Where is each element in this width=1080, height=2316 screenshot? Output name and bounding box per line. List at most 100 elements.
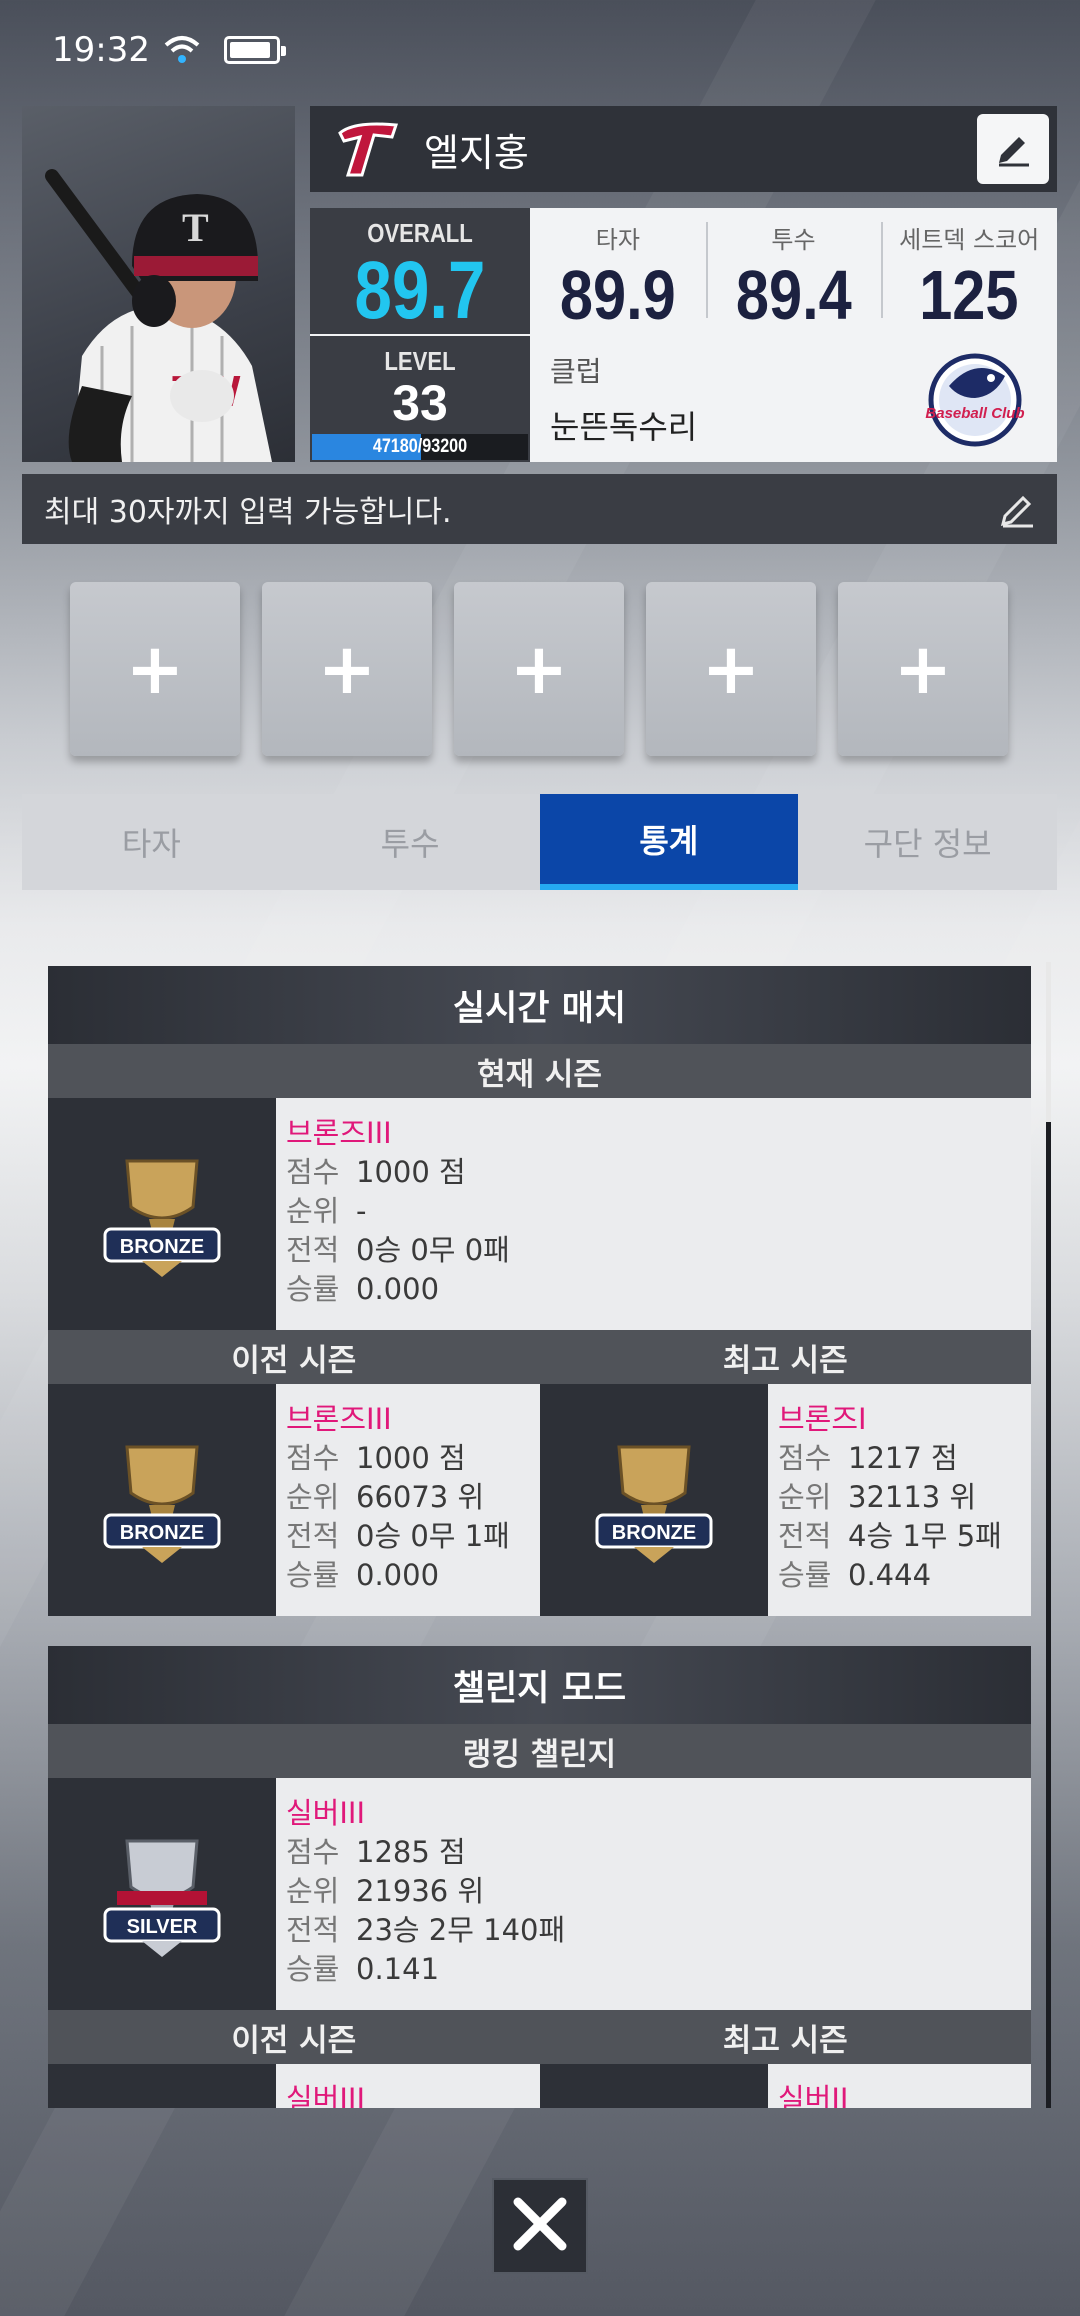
current-season-info: 브론즈III 점수 1000 점 순위 - 전적 0승 0무 0패 승률 0.000: [276, 1098, 1031, 1330]
stat-label: 투수: [771, 226, 816, 254]
bio-input-bar[interactable]: 최대 30자까지 입력 가능합니다.: [22, 474, 1057, 544]
add-slot-button[interactable]: +: [454, 582, 624, 756]
player-stats-panel: OVERALL 89.7 LEVEL 33 47180/93200 타자 89.…: [310, 208, 1057, 462]
info-key: 순위: [286, 1194, 340, 1228]
stat-columns: 타자 89.9 투수 89.4 세트덱 스코어 125: [530, 208, 1057, 334]
info-key: 승률: [286, 1952, 340, 1986]
challenge-prev-card: 실버III: [48, 2064, 540, 2108]
stat-setdeck: 세트덱 스코어 125: [881, 208, 1057, 334]
scrollbar-thumb[interactable]: [1046, 962, 1051, 1122]
svg-text:Baseball Club: Baseball Club: [925, 405, 1024, 422]
record-value: 0승 0무 1패: [356, 1519, 510, 1553]
silver-badge-icon: [48, 2064, 276, 2108]
info-key: 전적: [286, 1233, 340, 1267]
rate-value: 0.000: [356, 1272, 440, 1306]
rate-value: 0.444: [848, 1558, 932, 1592]
tier-name: 실버II: [778, 2082, 849, 2108]
score-value: 1000 점: [356, 1155, 466, 1189]
info-key: 순위: [286, 1480, 340, 1514]
rate-value: 0.141: [356, 1952, 440, 1986]
svg-text:BRONZE: BRONZE: [612, 1522, 696, 1544]
record-value: 23승 2무 140패: [356, 1913, 566, 1947]
svg-text:BRONZE: BRONZE: [120, 1522, 204, 1544]
current-season-row: BRONZE 브론즈III 점수 1000 점 순위 - 전적 0승 0무 0패 승률…: [48, 1098, 1031, 1330]
add-slot-button[interactable]: +: [70, 582, 240, 756]
club-box[interactable]: 클럽 눈뜬독수리 Baseball Club: [530, 336, 1057, 462]
bronze-badge-icon: BRONZE: [540, 1384, 768, 1616]
exp-progress-bar: 47180/93200: [312, 434, 528, 460]
record-value: 4승 1무 5패: [848, 1519, 1002, 1553]
prev-season-info: 브론즈III 점수 1000 점 순위 66073 위 전적 0승 0무 1패 승률 0…: [276, 1384, 540, 1616]
player-name-bar: 엘지홍: [310, 106, 1057, 192]
tab-batter[interactable]: 타자: [22, 794, 281, 890]
best-season-card: BRONZE 브론즈I 점수 1217 점 순위 32113 위 전적 4승 1무 5…: [540, 1384, 1031, 1616]
overall-label: OVERALL: [367, 218, 473, 248]
prev-season-title: 이전 시즌: [231, 2022, 357, 2059]
overall-box: OVERALL 89.7: [310, 208, 530, 334]
best-season-info: 브론즈I 점수 1217 점 순위 32113 위 전적 4승 1무 5패 승률 0.4…: [768, 1384, 1031, 1616]
rank-value: -: [356, 1194, 367, 1228]
challenge-prev-best-row: 실버III 실버II: [48, 2064, 1031, 2108]
prev-best-row: BRONZE 브론즈III 점수 1000 점 순위 66073 위 전적 0승 0무…: [48, 1384, 1031, 1616]
rank-value: 66073 위: [356, 1480, 485, 1514]
equipment-slots: + + + + +: [70, 582, 1008, 756]
bio-text: 최대 30자까지 입력 가능합니다.: [44, 495, 452, 530]
score-value: 1217 점: [848, 1441, 958, 1475]
tier-name: 브론즈III: [286, 1116, 392, 1150]
overall-value: 89.7: [354, 245, 486, 336]
svg-text:BRONZE: BRONZE: [120, 1236, 204, 1258]
best-season-title: 최고 시즌: [722, 1342, 848, 1379]
info-key: 점수: [286, 1155, 340, 1189]
tab-stats[interactable]: 통계: [539, 794, 799, 890]
level-value: 33: [392, 375, 448, 431]
tab-bar: 타자 투수 통계 구단 정보: [22, 794, 1057, 890]
tier-name: 브론즈I: [778, 1402, 867, 1436]
ranking-challenge-info: 실버III 점수 1285 점 순위 21936 위 전적 23승 2무 140패 승…: [276, 1778, 1031, 2010]
player-portrait[interactable]: TW T: [22, 106, 295, 462]
svg-text:SILVER: SILVER: [127, 1916, 198, 1938]
section-title-realtime: 실시간 매치: [48, 966, 1031, 1044]
stat-value: 89.9: [559, 256, 676, 334]
stat-batter: 타자 89.9: [530, 208, 706, 334]
stat-value: 125: [919, 256, 1019, 334]
bronze-badge-icon: BRONZE: [48, 1384, 276, 1616]
info-key: 승률: [778, 1558, 832, 1592]
score-value: 1000 점: [356, 1441, 466, 1475]
section-title-challenge: 챌린지 모드: [48, 1646, 1031, 1724]
silver-badge-icon: SILVER: [48, 1778, 276, 2010]
level-label: LEVEL: [384, 346, 456, 376]
record-value: 0승 0무 0패: [356, 1233, 510, 1267]
edit-name-button[interactable]: [977, 114, 1049, 184]
ranking-challenge-title: 랭킹 챌린지: [48, 1724, 1031, 1778]
add-slot-button[interactable]: +: [262, 582, 432, 756]
team-logo-icon: [334, 119, 402, 179]
prev-season-card: BRONZE 브론즈III 점수 1000 점 순위 66073 위 전적 0승 0무…: [48, 1384, 540, 1616]
rate-value: 0.000: [356, 1558, 440, 1592]
stats-content-panel[interactable]: 실시간 매치 현재 시즌 BRONZE 브론즈III 점수 1000 점 순위 - …: [48, 966, 1031, 2108]
current-season-title: 현재 시즌: [48, 1044, 1031, 1098]
pencil-icon[interactable]: [999, 490, 1037, 528]
challenge-best-info: 실버II: [768, 2064, 1031, 2108]
tab-team-info[interactable]: 구단 정보: [798, 794, 1057, 890]
exp-text: 47180/93200: [372, 436, 468, 457]
close-icon: [508, 2192, 572, 2260]
scrollbar-track[interactable]: [1046, 962, 1051, 2108]
tab-pitcher[interactable]: 투수: [281, 794, 540, 890]
info-key: 점수: [778, 1441, 832, 1475]
club-name: 눈뜬독수리: [550, 408, 698, 446]
info-key: 순위: [286, 1874, 340, 1908]
info-key: 전적: [778, 1519, 832, 1553]
stat-label: 타자: [595, 226, 640, 254]
season-subheads: 이전 시즌 최고 시즌: [48, 1330, 1031, 1384]
info-key: 점수: [286, 1835, 340, 1869]
close-button[interactable]: [492, 2178, 588, 2274]
player-name: 엘지홍: [424, 130, 529, 175]
rank-value: 21936 위: [356, 1874, 485, 1908]
prev-season-title: 이전 시즌: [231, 1342, 357, 1379]
rank-value: 32113 위: [848, 1480, 977, 1514]
tier-name: 실버III: [286, 2082, 366, 2108]
add-slot-button[interactable]: +: [838, 582, 1008, 756]
add-slot-button[interactable]: +: [646, 582, 816, 756]
pencil-icon: [993, 127, 1033, 171]
